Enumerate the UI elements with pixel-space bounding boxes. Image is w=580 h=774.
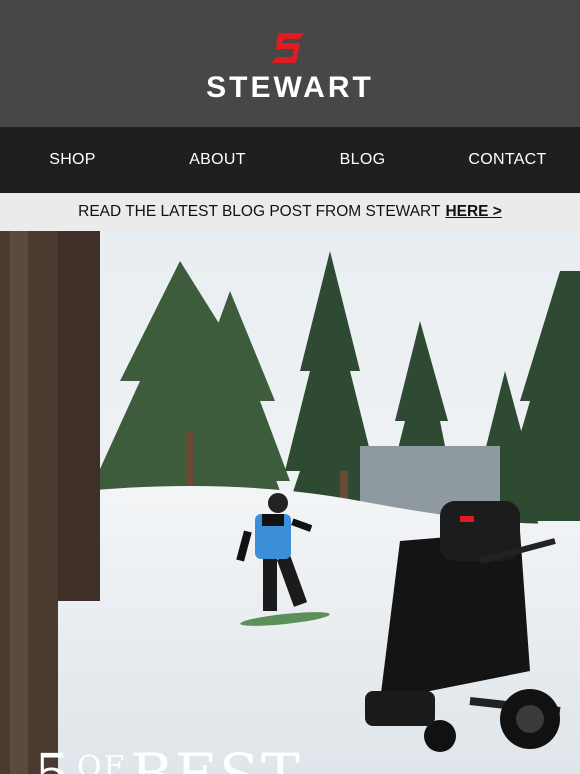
promo-link[interactable]: HERE >	[445, 203, 501, 221]
hero-title: 5OFBEST	[34, 746, 302, 774]
blog-promo-banner: READ THE LATEST BLOG POST FROM STEWART H…	[0, 193, 580, 231]
email-header: STEWART	[0, 0, 580, 127]
nav-about[interactable]: ABOUT	[145, 151, 290, 169]
main-nav: SHOP ABOUT BLOG CONTACT	[0, 127, 580, 193]
brand-wordmark[interactable]: STEWART	[206, 72, 374, 103]
hero-title-number: 5	[34, 741, 73, 774]
hero-image[interactable]: 5OFBEST	[0, 231, 580, 774]
nav-shop[interactable]: SHOP	[0, 151, 145, 169]
snow-scene-illustration	[0, 231, 580, 774]
hero-title-best: BEST	[130, 741, 301, 774]
stewart-s-logo-icon[interactable]	[270, 31, 310, 65]
nav-contact[interactable]: CONTACT	[435, 151, 580, 169]
hero-title-of: OF	[76, 750, 127, 774]
nav-blog[interactable]: BLOG	[290, 151, 435, 169]
promo-text: READ THE LATEST BLOG POST FROM STEWART	[78, 203, 441, 220]
